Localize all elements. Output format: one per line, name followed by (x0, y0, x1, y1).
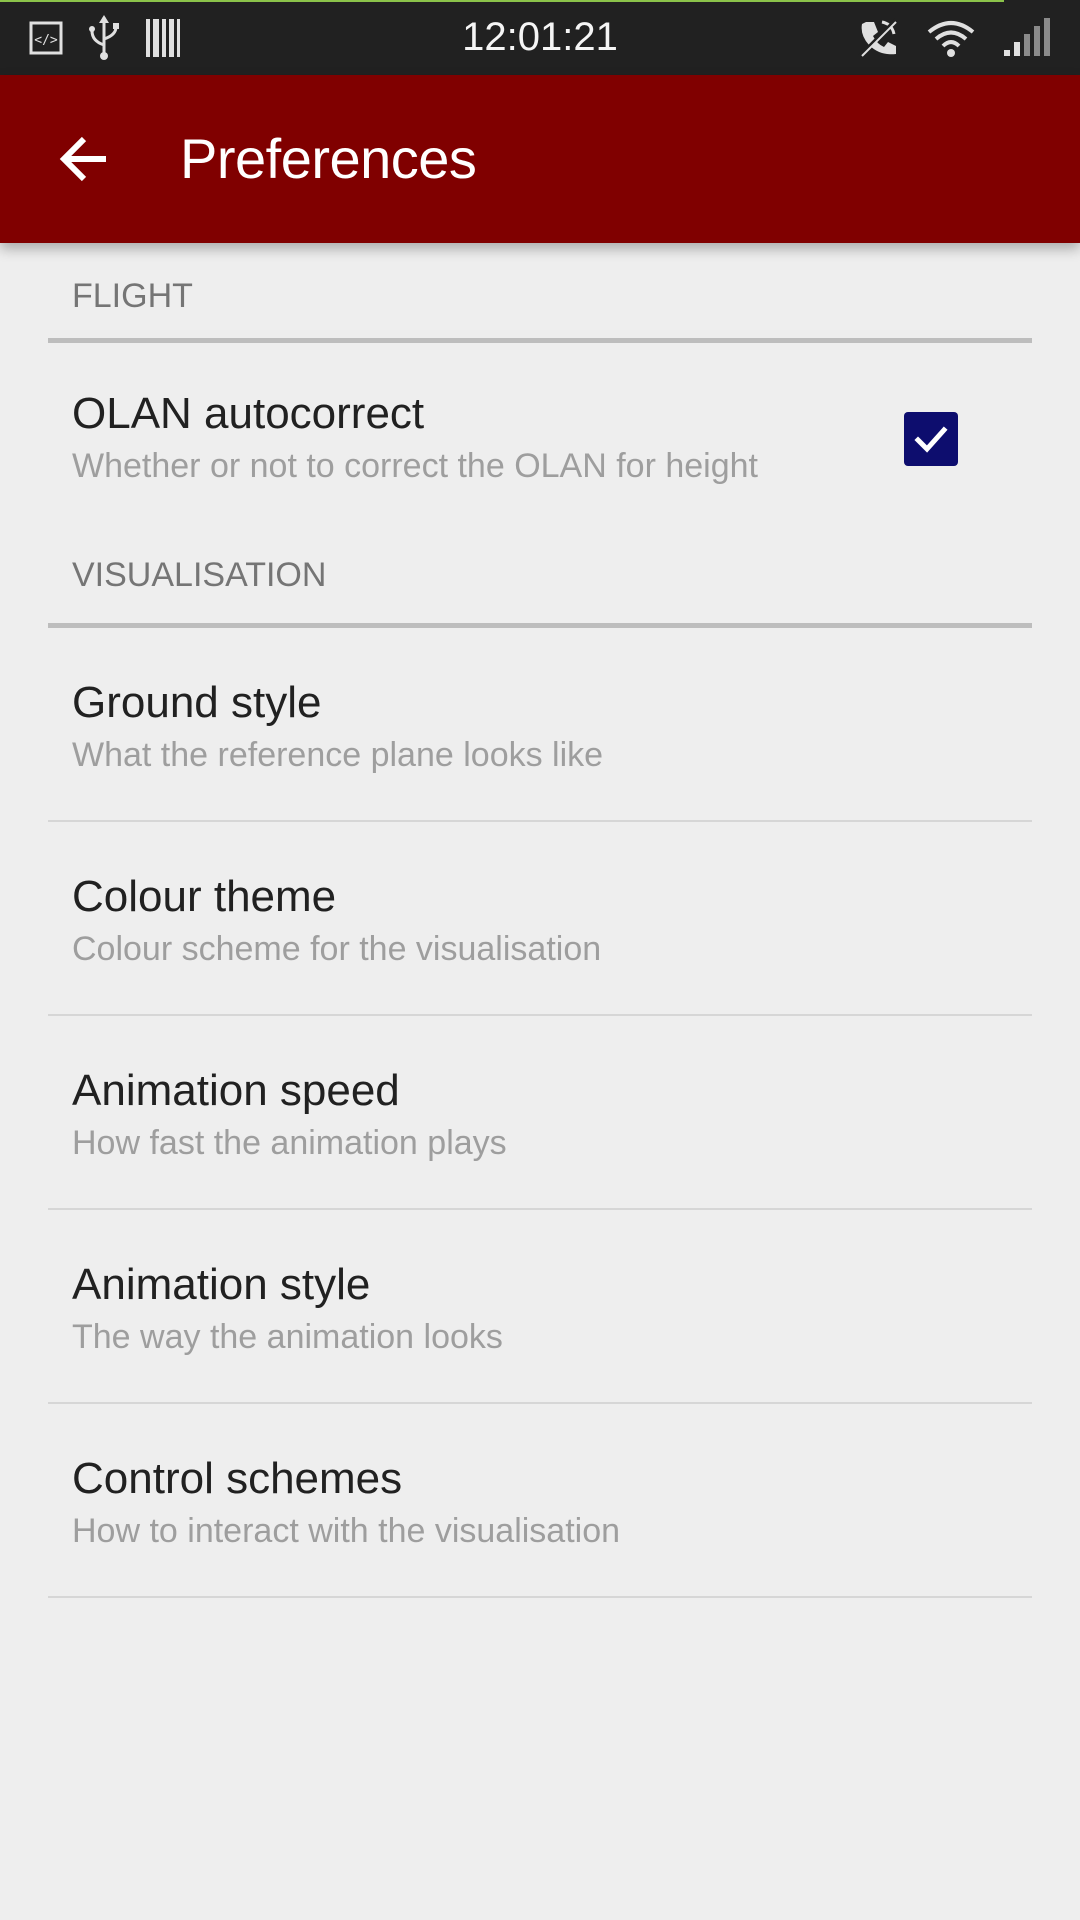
category-visualisation: VISUALISATION (48, 531, 1032, 628)
pref-summary: How fast the animation plays (72, 1124, 507, 1162)
pref-title: Ground style (72, 678, 322, 727)
pref-title: Animation speed (72, 1066, 400, 1115)
category-title: VISUALISATION (72, 556, 327, 594)
category-flight: FLIGHT (48, 243, 1032, 343)
pref-animation-style[interactable]: Animation style The way the animation lo… (48, 1210, 1032, 1404)
pref-summary: Whether or not to correct the OLAN for h… (72, 447, 758, 485)
pref-colour-theme[interactable]: Colour theme Colour scheme for the visua… (48, 822, 1032, 1016)
pref-title: Colour theme (72, 872, 337, 921)
back-button[interactable] (44, 119, 124, 199)
app-bar: Preferences (0, 75, 1080, 243)
status-bar: </> 12:01:21 (0, 0, 1080, 75)
pref-title: Animation style (72, 1260, 371, 1309)
pref-olan-autocorrect[interactable]: OLAN autocorrect Whether or not to corre… (48, 343, 1032, 539)
phone-silent-icon (858, 18, 898, 58)
pref-summary: The way the animation looks (72, 1318, 503, 1356)
status-right-icons (856, 14, 1050, 62)
checkmark-icon (914, 426, 948, 453)
pref-title: OLAN autocorrect (72, 389, 425, 438)
pref-summary: Colour scheme for the visualisation (72, 930, 602, 968)
wifi-icon (927, 21, 975, 57)
cell-signal-icon (1004, 18, 1050, 56)
pref-title: Control schemes (72, 1454, 403, 1503)
pref-animation-speed[interactable]: Animation speed How fast the animation p… (48, 1016, 1032, 1210)
page-title: Preferences (180, 127, 477, 190)
pref-summary: How to interact with the visualisation (72, 1512, 621, 1550)
arrow-back-icon (59, 136, 106, 182)
pref-control-schemes[interactable]: Control schemes How to interact with the… (48, 1404, 1032, 1598)
pref-summary: What the reference plane looks like (72, 736, 604, 774)
preferences-list: FLIGHT OLAN autocorrect Whether or not t… (0, 243, 1080, 1598)
olan-autocorrect-checkbox[interactable] (904, 412, 958, 466)
pref-ground-style[interactable]: Ground style What the reference plane lo… (48, 628, 1032, 822)
category-title: FLIGHT (72, 277, 193, 315)
